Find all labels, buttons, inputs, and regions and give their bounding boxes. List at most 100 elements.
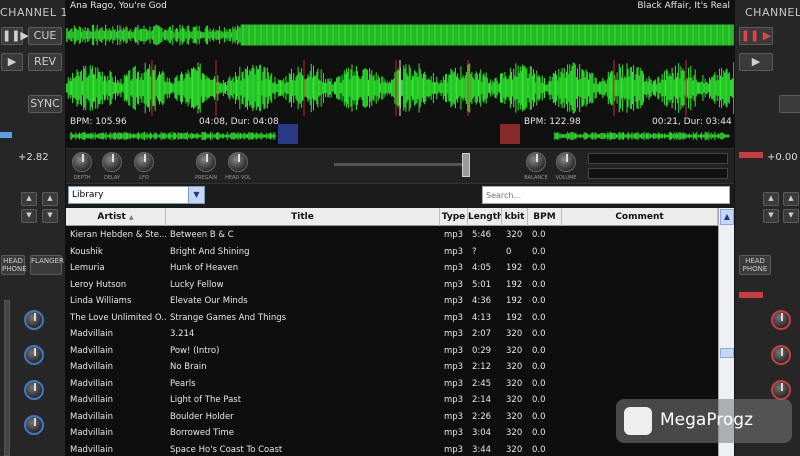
scroll-up-icon[interactable]: ▲ <box>720 209 734 225</box>
main-waveform[interactable] <box>66 60 734 116</box>
right-volume-fader-handle[interactable] <box>739 292 763 298</box>
cell-type: mp3 <box>444 428 464 438</box>
cell-artist: Madvillain <box>70 329 114 339</box>
column-header-comment[interactable]: Comment <box>562 208 718 226</box>
tempo-up-button-right[interactable]: ▲ <box>783 192 799 206</box>
sort-ascending-icon: ▲ <box>128 214 134 221</box>
tempo-down-button-right[interactable]: ▼ <box>783 209 799 223</box>
table-row[interactable]: Koushik Bright And Shining mp3? 0 0.0 <box>66 244 718 261</box>
cell-title: Hunk of Heaven <box>170 263 239 273</box>
cell-kbit: 320 <box>506 428 523 438</box>
table-row[interactable]: Linda Williams Elevate Our Minds mp3 4:36 19… <box>66 293 718 310</box>
cell-type: mp3 <box>444 444 464 455</box>
pregain-knob[interactable] <box>196 152 216 172</box>
cell-type: mp3 <box>444 411 464 422</box>
left-volume-fader[interactable] <box>4 300 10 456</box>
chevron-down-icon[interactable]: ▼ <box>188 187 204 203</box>
cell-bpm: 0.0 <box>532 296 546 306</box>
cell-type: mp3 <box>444 329 464 339</box>
column-header-kbit[interactable]: kbit <box>502 208 528 226</box>
right-deck-panel: CHANNEL 2 ❚❚ ▶ ▶ +0.00 ▲ ▲ ▼ ▼ HEAD PHON… <box>734 0 800 456</box>
cell-artist: Madvillain <box>70 428 114 438</box>
library-source-select[interactable]: Library ▼ <box>68 186 205 204</box>
crossfader-handle[interactable] <box>462 153 470 177</box>
head-vol-knob[interactable] <box>228 152 248 172</box>
watermark: MegaProgz <box>616 399 792 443</box>
flanger-button[interactable]: FLANGER <box>30 255 64 275</box>
cell-bpm: 0.0 <box>532 312 546 323</box>
pitch-down-button-right[interactable]: ▼ <box>763 209 779 223</box>
cell-kbit: 192 <box>506 312 523 323</box>
cell-title: Bright And Shining <box>170 246 250 257</box>
high-eq-knob-right[interactable] <box>771 345 791 365</box>
gain-knob-right[interactable] <box>771 310 791 330</box>
table-row[interactable]: Madvillain Space Ho's Coast To Coast mp3 3:… <box>66 442 718 456</box>
column-header-artist[interactable]: Artist ▲ <box>66 208 166 226</box>
table-row[interactable]: Madvillain Pow! (Intro) mp3 0:29 320 0.0 <box>66 343 718 360</box>
cell-artist: Lemuria <box>70 263 105 273</box>
cell-type: mp3 <box>444 378 464 389</box>
cell-bpm: 0.0 <box>532 362 546 372</box>
play-pause-button-right[interactable]: ❚❚ ▶ <box>739 27 773 45</box>
cell-length: 5:01 <box>472 279 492 290</box>
track-overview-waveform[interactable] <box>66 14 734 56</box>
tempo-up-button[interactable]: ▲ <box>42 192 58 206</box>
high-eq-knob-left[interactable] <box>24 345 44 365</box>
table-row[interactable]: The Love Unlimited O... Strange Games And… <box>66 310 718 327</box>
tempo-down-button[interactable]: ▼ <box>42 209 58 223</box>
bpm-right: BPM: 122.98 <box>524 117 581 127</box>
lfo-knob[interactable] <box>134 152 154 172</box>
bpm-left: BPM: 105.96 <box>70 117 127 127</box>
search-input[interactable] <box>482 186 730 204</box>
scrollbar-thumb[interactable] <box>720 348 734 358</box>
track-title-right: Black Affair, It's Real <box>637 1 730 11</box>
cell-length: 2:45 <box>472 378 492 389</box>
headphone-button-right[interactable]: HEAD PHONE <box>739 255 771 275</box>
cell-artist: Madvillain <box>70 444 114 455</box>
sync-button[interactable]: SYNC <box>28 95 62 113</box>
play-pause-button[interactable]: ❚❚▶ <box>1 27 29 45</box>
balance-knob[interactable] <box>526 152 546 172</box>
table-row[interactable]: Kieran Hebden & Ste... Between B & C mp3 5:… <box>66 227 718 244</box>
cell-bpm: 0.0 <box>532 428 546 438</box>
table-row[interactable]: Leroy Hutson Lucky Fellow mp3 5:01 192 0.0 <box>66 277 718 294</box>
cell-length: 3:44 <box>472 444 492 455</box>
reverse-seek-button[interactable]: ▶ <box>1 53 23 71</box>
low-eq-knob-left[interactable] <box>24 415 44 435</box>
mid-eq-knob-right[interactable] <box>771 380 791 400</box>
table-row[interactable]: Madvillain 3.214 mp3 2:07 320 0.0 <box>66 326 718 343</box>
gain-knob-left[interactable] <box>24 310 44 330</box>
column-header-type[interactable]: Type <box>440 208 468 226</box>
volume-knob[interactable] <box>556 152 576 172</box>
pitch-up-button[interactable]: ▲ <box>21 192 37 206</box>
table-row[interactable]: Madvillain Pearls mp3 2:45 320 0.0 <box>66 376 718 393</box>
rev-button[interactable]: REV <box>28 53 62 71</box>
cell-bpm: 0.0 <box>532 263 546 273</box>
cell-type: mp3 <box>444 362 464 372</box>
column-header-bpm[interactable]: BPM <box>528 208 562 226</box>
delay-knob[interactable] <box>102 152 122 172</box>
mid-eq-knob-left[interactable] <box>24 380 44 400</box>
column-header-title[interactable]: Title <box>166 208 440 226</box>
library-bar: Library ▼ <box>66 184 734 208</box>
cell-artist: The Love Unlimited O... <box>70 312 166 323</box>
cell-title: Between B & C <box>170 230 234 240</box>
cue-button[interactable]: CUE <box>28 27 62 45</box>
cell-length: 2:26 <box>472 411 492 422</box>
cell-length: 4:36 <box>472 296 492 306</box>
lfo-label: LFO <box>139 175 149 181</box>
rate-slider-handle[interactable] <box>0 132 12 138</box>
table-row[interactable]: Madvillain No Brain mp3 2:12 320 0.0 <box>66 359 718 376</box>
sync-button-right[interactable] <box>779 95 800 113</box>
cell-artist: Madvillain <box>70 362 114 372</box>
seek-button-right[interactable]: ▶ <box>739 53 773 71</box>
cell-bpm: 0.0 <box>532 378 546 389</box>
column-header-length[interactable]: Length <box>468 208 502 226</box>
table-row[interactable]: Lemuria Hunk of Heaven mp3 4:05 192 0.0 <box>66 260 718 277</box>
depth-knob[interactable] <box>72 152 92 172</box>
headphone-button[interactable]: HEAD PHONE <box>1 255 27 275</box>
cell-bpm: 0.0 <box>532 329 546 339</box>
pitch-down-button[interactable]: ▼ <box>21 209 37 223</box>
left-deck-panel: CHANNEL 1 ❚❚▶ CUE ▶ REV SYNC +2.82 ▲ ▲ ▼… <box>0 0 68 456</box>
pitch-up-button-right[interactable]: ▲ <box>763 192 779 206</box>
